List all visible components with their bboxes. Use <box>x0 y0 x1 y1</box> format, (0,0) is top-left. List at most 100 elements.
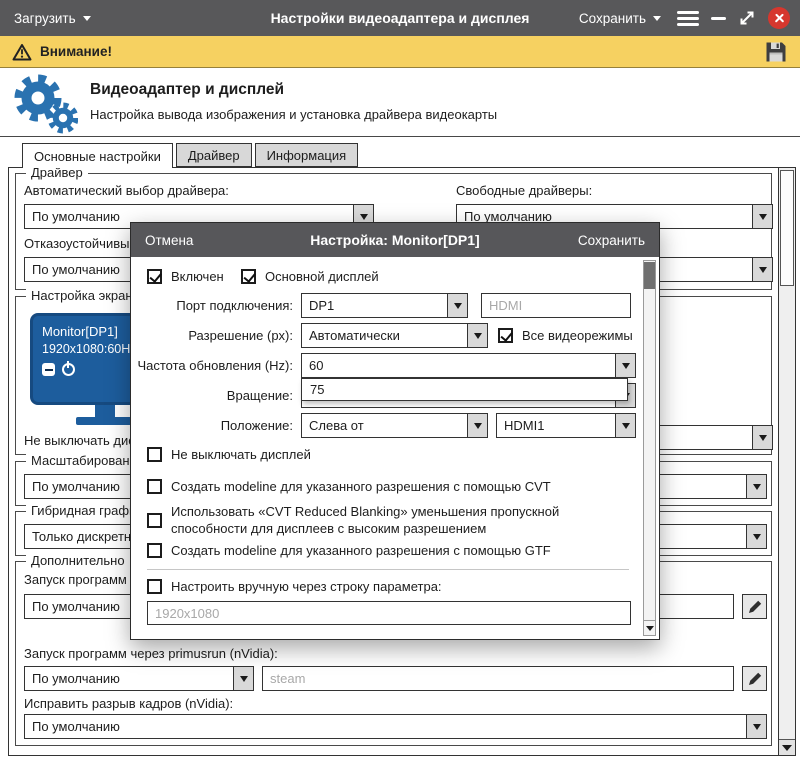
dialog-scrollbar[interactable] <box>643 260 656 636</box>
save-settings-button[interactable] <box>764 40 788 64</box>
keep-on-checkbox[interactable]: Не выключать дисплей <box>147 447 311 462</box>
dialog-scroll-down-button[interactable] <box>644 620 655 635</box>
arrow-down-icon <box>782 744 792 751</box>
rotation-label: Вращение: <box>226 388 293 403</box>
dropdown-arrow-icon <box>467 324 487 347</box>
primary-display-checkbox[interactable]: Основной дисплей <box>241 269 379 284</box>
dropdown-arrow-icon <box>752 258 772 281</box>
expand-icon[interactable] <box>738 9 756 27</box>
cvt-checkbox-label: Создать modeline для указанного разрешен… <box>171 479 551 494</box>
position-target-value: HDMI1 <box>504 418 545 433</box>
close-icon[interactable] <box>768 7 790 29</box>
checkbox-checked-icon <box>498 328 513 343</box>
dropdown-arrow-icon <box>447 294 467 317</box>
resolution-value: Автоматически <box>309 328 400 343</box>
dropdown-arrow-icon <box>746 525 766 548</box>
save-menu-button[interactable]: Сохранить <box>575 11 665 26</box>
dropdown-arrow-icon <box>746 475 766 498</box>
pencil-icon <box>748 600 761 613</box>
group-extra-legend: Дополнительно <box>26 553 130 568</box>
cvt-rb-checkbox[interactable]: Использовать «CVT Reduced Blanking» умен… <box>147 504 625 538</box>
manual-mode-input[interactable] <box>147 601 631 625</box>
dialog-body: Включен Основной дисплей Порт подключени… <box>131 257 659 639</box>
chevron-down-icon <box>653 15 661 21</box>
checkbox-icon <box>147 447 162 462</box>
extra-row2-input[interactable] <box>262 666 734 691</box>
all-modes-checkbox-label: Все видеорежимы <box>522 328 633 343</box>
power-icon <box>62 361 75 376</box>
page-title: Видеоадаптер и дисплей <box>90 81 285 98</box>
primary-display-checkbox-label: Основной дисплей <box>265 269 379 284</box>
dropdown-arrow-icon <box>752 426 772 449</box>
position-label: Положение: <box>220 418 293 433</box>
checkbox-checked-icon <box>241 269 256 284</box>
chevron-down-icon <box>82 15 91 21</box>
menu-icon[interactable] <box>677 10 699 26</box>
extra-row3-label: Исправить разрыв кадров (nVidia): <box>24 696 234 711</box>
extra-row3-value: По умолчанию <box>32 719 120 734</box>
port-label: Порт подключения: <box>176 298 293 313</box>
tab-driver[interactable]: Драйвер <box>175 143 252 167</box>
port-select[interactable]: DP1 <box>301 293 468 318</box>
auto-driver-label: Автоматический выбор драйвера: <box>24 183 229 198</box>
dropdown-arrow-icon <box>615 354 635 377</box>
load-menu-label: Загрузить <box>14 10 76 26</box>
manual-checkbox[interactable]: Настроить вручную через строку параметра… <box>147 579 442 594</box>
refresh-rate-select[interactable]: 60 <box>301 353 636 378</box>
position-target-select[interactable]: HDMI1 <box>496 413 636 438</box>
dropdown-arrow-icon <box>615 414 635 437</box>
page-header: Видеоадаптер и дисплей Настройка вывода … <box>0 68 800 137</box>
all-modes-checkbox[interactable]: Все видеорежимы <box>498 328 633 343</box>
group-screen-legend: Настройка экрана <box>26 288 145 303</box>
page-subtitle: Настройка вывода изображения и установка… <box>90 107 498 122</box>
position-select[interactable]: Слева от <box>301 413 488 438</box>
titlebar: Загрузить Настройки видеоадаптера и дисп… <box>0 0 800 36</box>
failsafe-label: Отказоустойчивый <box>24 236 137 251</box>
dropdown-arrow-icon <box>752 205 772 228</box>
gears-icon <box>14 74 78 134</box>
dialog-cancel-button[interactable]: Отмена <box>145 233 193 248</box>
tab-info[interactable]: Информация <box>254 143 359 167</box>
main-scrollbar[interactable] <box>778 168 795 755</box>
dialog-scrollbar-thumb[interactable] <box>644 262 655 289</box>
enabled-checkbox-label: Включен <box>171 269 224 284</box>
monitor-settings-dialog: Отмена Настройка: Monitor[DP1] Сохранить… <box>130 222 660 640</box>
tab-main-settings[interactable]: Основные настройки <box>22 143 173 168</box>
checkbox-checked-icon <box>147 269 162 284</box>
load-menu-button[interactable]: Загрузить <box>0 0 105 36</box>
extra-row1-edit-button[interactable] <box>742 594 767 619</box>
extra-row2-value: По умолчанию <box>32 671 120 686</box>
port-value: DP1 <box>309 298 335 313</box>
manual-checkbox-label: Настроить вручную через строку параметра… <box>171 579 442 594</box>
enabled-checkbox[interactable]: Включен <box>147 269 224 284</box>
checkbox-icon <box>147 579 162 594</box>
save-menu-label: Сохранить <box>578 10 646 26</box>
gtf-checkbox[interactable]: Создать modeline для указанного разрешен… <box>147 543 551 558</box>
floppy-save-icon <box>766 42 786 61</box>
monitor-base <box>76 417 134 425</box>
checkbox-icon <box>147 513 162 529</box>
titlebar-actions: Сохранить <box>575 7 800 29</box>
refresh-rate-label: Частота обновления (Hz): <box>137 358 293 373</box>
position-value: Слева от <box>309 418 364 433</box>
resolution-label: Разрешение (px): <box>188 328 293 343</box>
cvt-checkbox[interactable]: Создать modeline для указанного разрешен… <box>147 479 551 494</box>
extra-row2-select[interactable]: По умолчанию <box>24 666 254 691</box>
resolution-select[interactable]: Автоматически <box>301 323 488 348</box>
main-scrollbar-thumb[interactable] <box>780 170 794 286</box>
extra-row3-select[interactable]: По умолчанию <box>24 714 767 739</box>
extra-row2-edit-button[interactable] <box>742 666 767 691</box>
pencil-icon <box>748 672 761 685</box>
keep-on-checkbox-label: Не выключать дисплей <box>171 447 311 462</box>
scroll-down-button[interactable] <box>779 739 795 755</box>
port-input[interactable] <box>481 293 631 318</box>
dialog-save-button[interactable]: Сохранить <box>578 233 645 248</box>
dialog-header: Отмена Настройка: Monitor[DP1] Сохранить <box>131 223 659 257</box>
checkbox-icon <box>147 543 162 558</box>
dropdown-arrow-icon <box>746 715 766 738</box>
arrow-down-icon <box>645 625 654 631</box>
monitor-stand <box>95 405 115 417</box>
extra-row2-label: Запуск программ через primusrun (nVidia)… <box>24 646 278 661</box>
refresh-rate-option-75[interactable]: 75 <box>301 378 628 401</box>
minimize-icon[interactable] <box>711 16 726 20</box>
